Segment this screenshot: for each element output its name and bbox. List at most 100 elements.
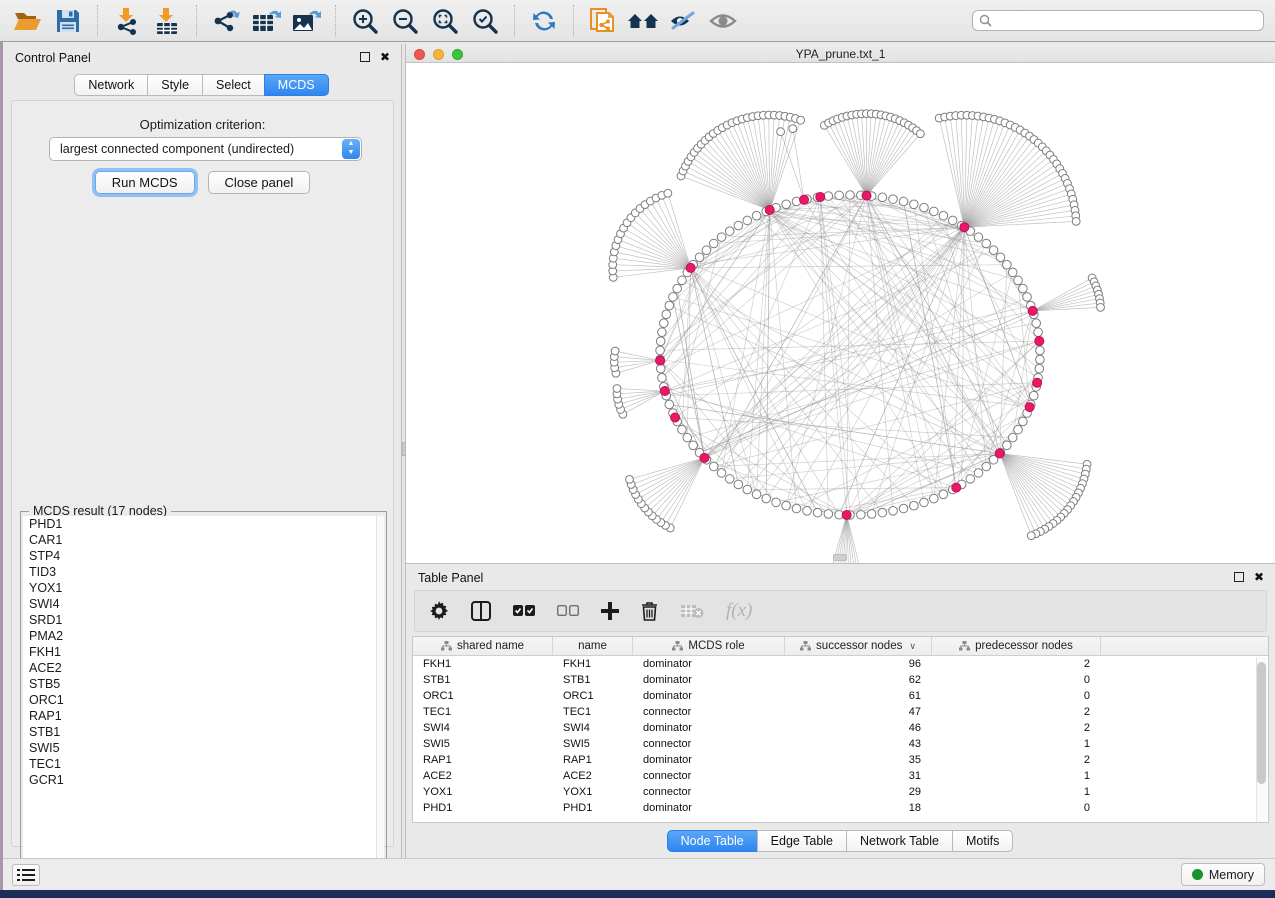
network-node[interactable] [734,221,743,230]
close-window-icon[interactable] [414,49,425,60]
network-node[interactable] [782,501,791,510]
close-table-panel-icon[interactable]: ✖ [1253,571,1265,583]
tab-edge-table[interactable]: Edge Table [757,830,847,852]
network-canvas[interactable] [406,63,1275,563]
first-neighbors-button[interactable] [626,4,660,38]
network-node[interactable] [910,200,919,209]
result-list-item[interactable]: FKH1 [23,644,378,660]
save-session-button[interactable] [51,4,85,38]
network-node[interactable] [678,276,687,285]
result-list-item[interactable]: TEC1 [23,756,378,772]
network-node[interactable] [813,508,822,517]
network-node[interactable] [910,501,919,510]
table-row[interactable]: ACE2ACE2connector311 [413,768,1268,784]
search-input[interactable] [996,14,1246,28]
network-node[interactable] [613,385,621,393]
result-list-item[interactable]: GCR1 [23,772,378,788]
zoom-out-button[interactable] [388,4,422,38]
network-node[interactable] [939,211,948,220]
mcds-node[interactable] [1033,378,1042,387]
hide-details-button[interactable] [666,4,700,38]
close-panel-icon[interactable]: ✖ [379,51,391,63]
network-node[interactable] [656,364,665,373]
network-node[interactable] [982,462,991,471]
result-list-item[interactable]: CAR1 [23,532,378,548]
network-node[interactable] [899,504,908,513]
tab-node-table[interactable]: Node Table [667,830,758,852]
export-network-button[interactable] [209,4,243,38]
column-header-predecessor-nodes[interactable]: predecessor nodes [932,637,1101,655]
network-node[interactable] [1014,425,1023,434]
network-node[interactable] [1008,268,1017,277]
mcds-node[interactable] [656,356,665,365]
network-node[interactable] [920,203,929,212]
network-node[interactable] [930,494,939,503]
network-node[interactable] [782,200,791,209]
network-node[interactable] [662,310,671,319]
network-node[interactable] [665,301,674,310]
run-mcds-button[interactable]: Run MCDS [95,171,195,194]
network-node[interactable] [656,346,665,355]
network-node[interactable] [974,233,983,242]
mcds-node[interactable] [671,413,680,422]
mcds-node[interactable] [1025,403,1034,412]
network-node[interactable] [1036,346,1045,355]
open-session-button[interactable] [11,4,45,38]
network-node[interactable] [777,128,785,136]
mcds-node[interactable] [995,449,1004,458]
tab-network-table[interactable]: Network Table [846,830,953,852]
table-row[interactable]: SWI4SWI4dominator462 [413,720,1268,736]
mcds-node[interactable] [816,192,825,201]
table-scrollbar-thumb[interactable] [1257,662,1266,784]
table-row[interactable]: YOX1YOX1connector291 [413,784,1268,800]
network-node[interactable] [626,475,634,483]
network-node[interactable] [824,192,833,201]
network-node[interactable] [683,433,692,442]
mcds-result-list[interactable]: PHD1CAR1STP4TID3YOX1SWI4SRD1PMA2FKH1ACE2… [23,516,378,878]
network-node[interactable] [982,239,991,248]
network-node[interactable] [689,441,698,450]
network-node[interactable] [659,319,668,328]
zoom-fit-button[interactable] [428,4,462,38]
mcds-node[interactable] [952,483,961,492]
network-node[interactable] [1003,441,1012,450]
network-node[interactable] [725,227,734,236]
network-node[interactable] [867,510,876,519]
network-node[interactable] [889,507,898,516]
task-history-button[interactable] [12,864,40,886]
network-node[interactable] [920,498,929,507]
gear-button[interactable] [429,601,449,621]
network-node[interactable] [669,293,678,302]
search-box[interactable] [972,10,1264,31]
table-row[interactable]: SWI5SWI5connector431 [413,736,1268,752]
table-row[interactable]: RAP1RAP1dominator352 [413,752,1268,768]
tab-motifs[interactable]: Motifs [952,830,1013,852]
mcds-node[interactable] [700,453,709,462]
network-node[interactable] [762,494,771,503]
network-node[interactable] [966,475,975,484]
network-node[interactable] [1008,433,1017,442]
show-details-button[interactable] [706,4,740,38]
maximize-window-icon[interactable] [452,49,463,60]
network-node[interactable] [1029,391,1038,400]
network-node[interactable] [1027,532,1035,540]
mcds-node[interactable] [1028,306,1037,315]
mcds-node[interactable] [862,191,871,200]
network-node[interactable] [709,462,718,471]
network-node[interactable] [1035,364,1044,373]
result-list-item[interactable]: ORC1 [23,692,378,708]
network-node[interactable] [695,253,704,262]
network-node[interactable] [673,284,682,293]
network-node[interactable] [916,130,924,138]
show-columns-button[interactable] [471,601,491,621]
float-table-panel-icon[interactable] [1234,572,1244,582]
network-node[interactable] [948,216,957,225]
network-node[interactable] [752,211,761,220]
network-node[interactable] [1019,284,1028,293]
network-node[interactable] [717,233,726,242]
refresh-button[interactable] [527,4,561,38]
table-row[interactable]: ORC1ORC1dominator610 [413,688,1268,704]
network-node[interactable] [803,507,812,516]
table-row[interactable]: STB1STB1dominator620 [413,672,1268,688]
network-node[interactable] [797,116,805,124]
